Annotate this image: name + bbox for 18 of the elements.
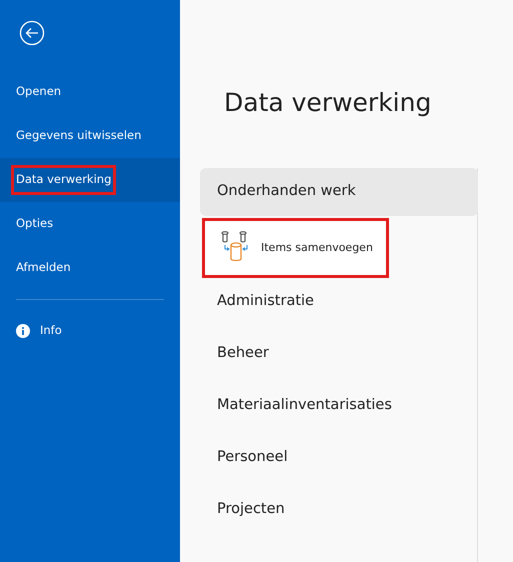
category-item[interactable]: Personeel	[200, 434, 478, 482]
sidebar-item[interactable]: Afmelden	[0, 246, 180, 290]
back-icon[interactable]	[19, 20, 45, 46]
highlight-frame: Data verwerking	[11, 165, 116, 195]
category-item[interactable]: Administratie	[200, 278, 478, 326]
category-item[interactable]: Onderhanden werk	[200, 168, 478, 216]
sidebar-item[interactable]: Gegevens uitwisselen	[0, 114, 180, 158]
category-item[interactable]: Beheer	[200, 330, 478, 378]
sidebar-item[interactable]: Opties	[0, 202, 180, 246]
info-icon	[16, 324, 30, 338]
tile-label: Items samenvoegen	[261, 240, 373, 256]
category-item[interactable]: Materiaalinventarisaties	[200, 382, 478, 430]
sidebar-item[interactable]: Info	[0, 309, 180, 353]
sidebar-item[interactable]: Data verwerking	[0, 158, 180, 202]
merge-items-tile[interactable]: Items samenvoegen	[202, 218, 389, 278]
sidebar-item[interactable]: Openen	[0, 70, 180, 114]
category-item[interactable]: Projecten	[200, 486, 478, 534]
page-title: Data verwerking	[224, 87, 432, 119]
